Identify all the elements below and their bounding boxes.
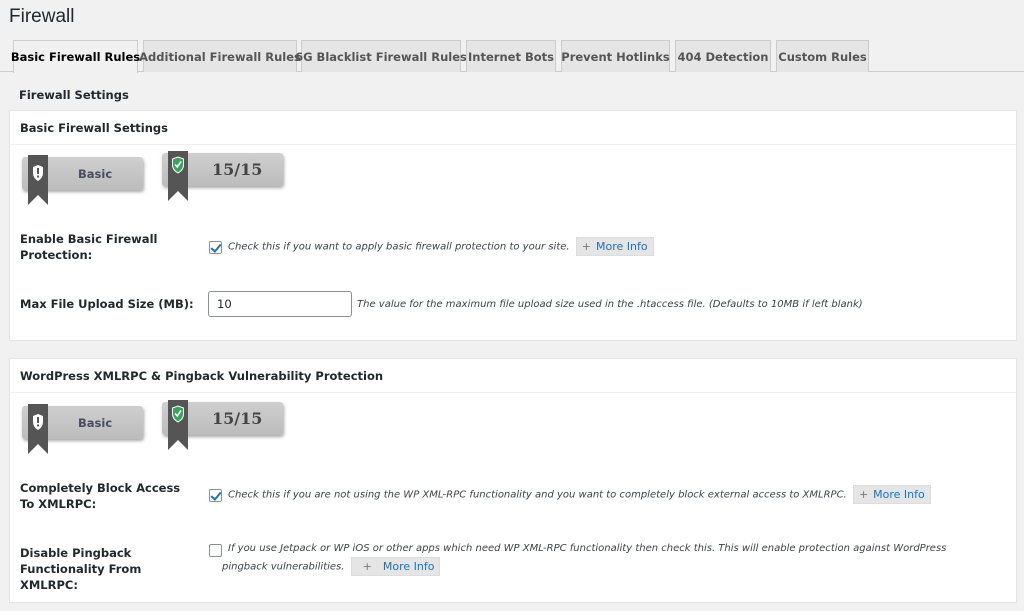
block-xmlrpc-checkbox[interactable] [209,489,222,502]
tab-404-detection[interactable]: 404 Detection [675,40,771,72]
block-xmlrpc-description: Check this if you are not using the WP X… [228,485,931,504]
shield-ribbon-icon [28,155,48,205]
tab-additional-firewall-rules[interactable]: Additional Firewall Rules [139,40,301,72]
badge-level-text: Basic [78,166,113,181]
tab-bar: Basic Firewall Rules Additional Firewall… [0,40,1024,73]
block-xmlrpc-label: Completely Block Access To XMLRPC: [20,481,181,511]
description-text: If you use Jetpack or WP iOS or other ap… [222,543,947,573]
postbox-header: Basic Firewall Settings [10,111,1016,145]
plus-icon: + [581,240,591,253]
disable-pingback-checkbox[interactable] [209,544,222,557]
more-info-button[interactable]: + More Info [575,237,654,256]
security-level-badge: Basic [22,155,143,205]
security-points-badge: 15/15 [162,400,283,450]
enable-basic-firewall-checkbox[interactable] [209,241,222,254]
badge-score-text: 15/15 [212,160,263,179]
more-info-button[interactable]: + More Info [852,485,931,504]
shield-check-ribbon-icon [168,400,188,450]
plus-icon: + [362,560,372,573]
security-points-badge: 15/15 [162,151,283,201]
tab-6g-blacklist-firewall-rules[interactable]: 6G Blacklist Firewall Rules [295,40,467,72]
section-label: Firewall Settings [19,88,129,102]
description-text: Check this if you are not using the WP X… [228,489,847,501]
tab-custom-rules[interactable]: Custom Rules [776,40,869,72]
page-title: Firewall [9,6,75,27]
enable-basic-firewall-description: Check this if you want to apply basic fi… [228,237,654,256]
more-info-button[interactable]: + More Info [350,557,441,576]
max-upload-size-input[interactable] [208,291,352,317]
badge-score-text: 15/15 [212,409,263,428]
xmlrpc-protection-box: WordPress XMLRPC & Pingback Vulnerabilit… [9,358,1017,603]
badge-level-text: Basic [78,415,113,430]
plus-icon: + [858,488,869,501]
more-info-label: More Info [873,488,925,501]
more-info-label: More Info [382,560,435,573]
shield-check-ribbon-icon [168,151,188,201]
disable-pingback-description: If you use Jetpack or WP iOS or other ap… [222,540,992,576]
shield-ribbon-icon [28,404,48,454]
postbox-header: WordPress XMLRPC & Pingback Vulnerabilit… [10,359,1016,393]
max-upload-size-description: The value for the maximum file upload si… [357,299,863,310]
max-upload-size-label: Max File Upload Size (MB): [20,297,194,311]
description-text: Check this if you want to apply basic fi… [228,241,570,253]
tab-internet-bots[interactable]: Internet Bots [466,40,556,72]
enable-basic-firewall-label: Enable Basic Firewall Protection: [20,232,158,262]
more-info-label: More Info [595,240,648,253]
disable-pingback-label: Disable Pingback Functionality From XMLR… [20,546,142,592]
basic-firewall-settings-box: Basic Firewall Settings Basic 15/15 Enab… [9,110,1017,341]
security-level-badge: Basic [22,404,143,454]
tab-basic-firewall-rules[interactable]: Basic Firewall Rules [11,40,140,73]
tab-prevent-hotlinks[interactable]: Prevent Hotlinks [561,40,670,72]
